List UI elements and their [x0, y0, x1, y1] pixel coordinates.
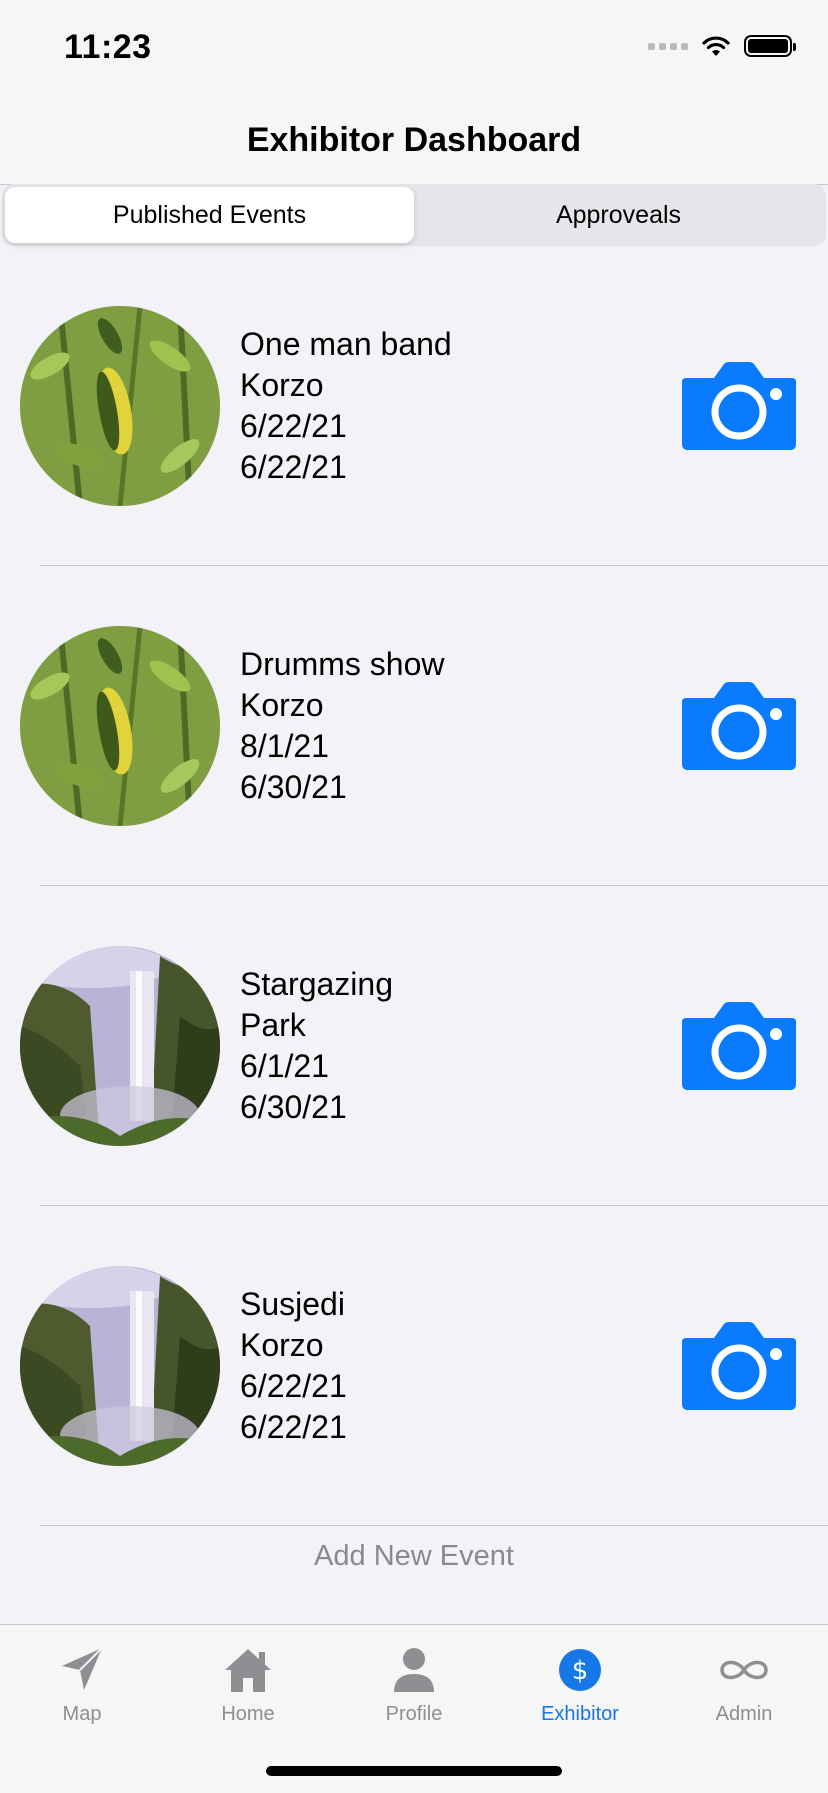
segmented-control: Published Events Approveals: [2, 184, 826, 246]
battery-icon: [744, 35, 796, 57]
event-image-waterfall: [20, 1266, 220, 1466]
event-row[interactable]: Drumms show Korzo 8/1/21 6/30/21: [0, 566, 828, 886]
event-start-date: 6/22/21: [240, 1368, 347, 1404]
segment-published-events[interactable]: Published Events: [5, 187, 414, 243]
event-name: Stargazing: [240, 966, 393, 1002]
event-details: Stargazing Park 6/1/21 6/30/21: [240, 964, 393, 1128]
person-icon: [394, 1648, 434, 1692]
paper-plane-icon: [62, 1647, 103, 1690]
event-start-date: 8/1/21: [240, 728, 329, 764]
tab-label: Admin: [715, 1703, 773, 1725]
segment-approvals[interactable]: Approveals: [414, 187, 823, 243]
event-end-date: 6/22/21: [240, 449, 347, 485]
camera-icon[interactable]: [680, 680, 798, 772]
camera-icon[interactable]: [680, 1000, 798, 1092]
event-end-date: 6/30/21: [240, 1089, 347, 1125]
camera-icon[interactable]: [680, 360, 798, 452]
tab-label: Home: [221, 1703, 275, 1725]
event-end-date: 6/22/21: [240, 1409, 347, 1445]
status-indicators: [648, 34, 796, 58]
page-title: Exhibitor Dashboard: [246, 121, 582, 159]
tab-map[interactable]: Map: [12, 1643, 152, 1726]
infinity-icon: [720, 1660, 768, 1680]
event-location: Park: [240, 1007, 306, 1043]
camera-icon[interactable]: [680, 1320, 798, 1412]
event-image-leaf: [20, 626, 220, 826]
event-image-waterfall: [20, 946, 220, 1146]
navigation-bar: Exhibitor Dashboard: [0, 100, 828, 185]
tab-admin[interactable]: Admin: [674, 1643, 814, 1726]
tab-label: Exhibitor: [541, 1703, 619, 1725]
event-location: Korzo: [240, 1327, 324, 1363]
event-end-date: 6/30/21: [240, 769, 347, 805]
tab-exhibitor[interactable]: $ Exhibitor: [510, 1643, 650, 1726]
tab-profile[interactable]: Profile: [344, 1643, 484, 1726]
cellular-signal-icon: [648, 42, 688, 50]
dollar-circle-icon: $: [559, 1649, 601, 1691]
tab-label: Profile: [385, 1703, 443, 1725]
event-row[interactable]: Stargazing Park 6/1/21 6/30/21: [0, 886, 828, 1206]
event-row[interactable]: One man band Korzo 6/22/21 6/22/21: [0, 246, 828, 566]
row-divider: [40, 1525, 828, 1526]
add-new-event-button[interactable]: Add New Event: [0, 1540, 828, 1573]
wifi-icon: [702, 36, 730, 56]
tab-home[interactable]: Home: [178, 1643, 318, 1726]
event-list: One man band Korzo 6/22/21 6/22/21 Drumm…: [0, 246, 828, 1526]
event-details: One man band Korzo 6/22/21 6/22/21: [240, 324, 452, 488]
event-row[interactable]: Susjedi Korzo 6/22/21 6/22/21: [0, 1206, 828, 1526]
event-name: Susjedi: [240, 1286, 345, 1322]
event-location: Korzo: [240, 367, 324, 403]
event-start-date: 6/1/21: [240, 1048, 329, 1084]
event-location: Korzo: [240, 687, 324, 723]
tab-label: Map: [62, 1703, 102, 1725]
svg-text:$: $: [572, 1656, 589, 1686]
event-name: One man band: [240, 326, 452, 362]
event-details: Drumms show Korzo 8/1/21 6/30/21: [240, 644, 444, 808]
event-name: Drumms show: [240, 646, 445, 682]
status-bar: 11:23: [0, 0, 828, 100]
home-indicator[interactable]: [266, 1766, 562, 1776]
event-image-leaf: [20, 306, 220, 506]
event-details: Susjedi Korzo 6/22/21 6/22/21: [240, 1284, 347, 1448]
event-start-date: 6/22/21: [240, 408, 347, 444]
house-icon: [225, 1649, 271, 1692]
status-time: 11:23: [64, 28, 152, 66]
